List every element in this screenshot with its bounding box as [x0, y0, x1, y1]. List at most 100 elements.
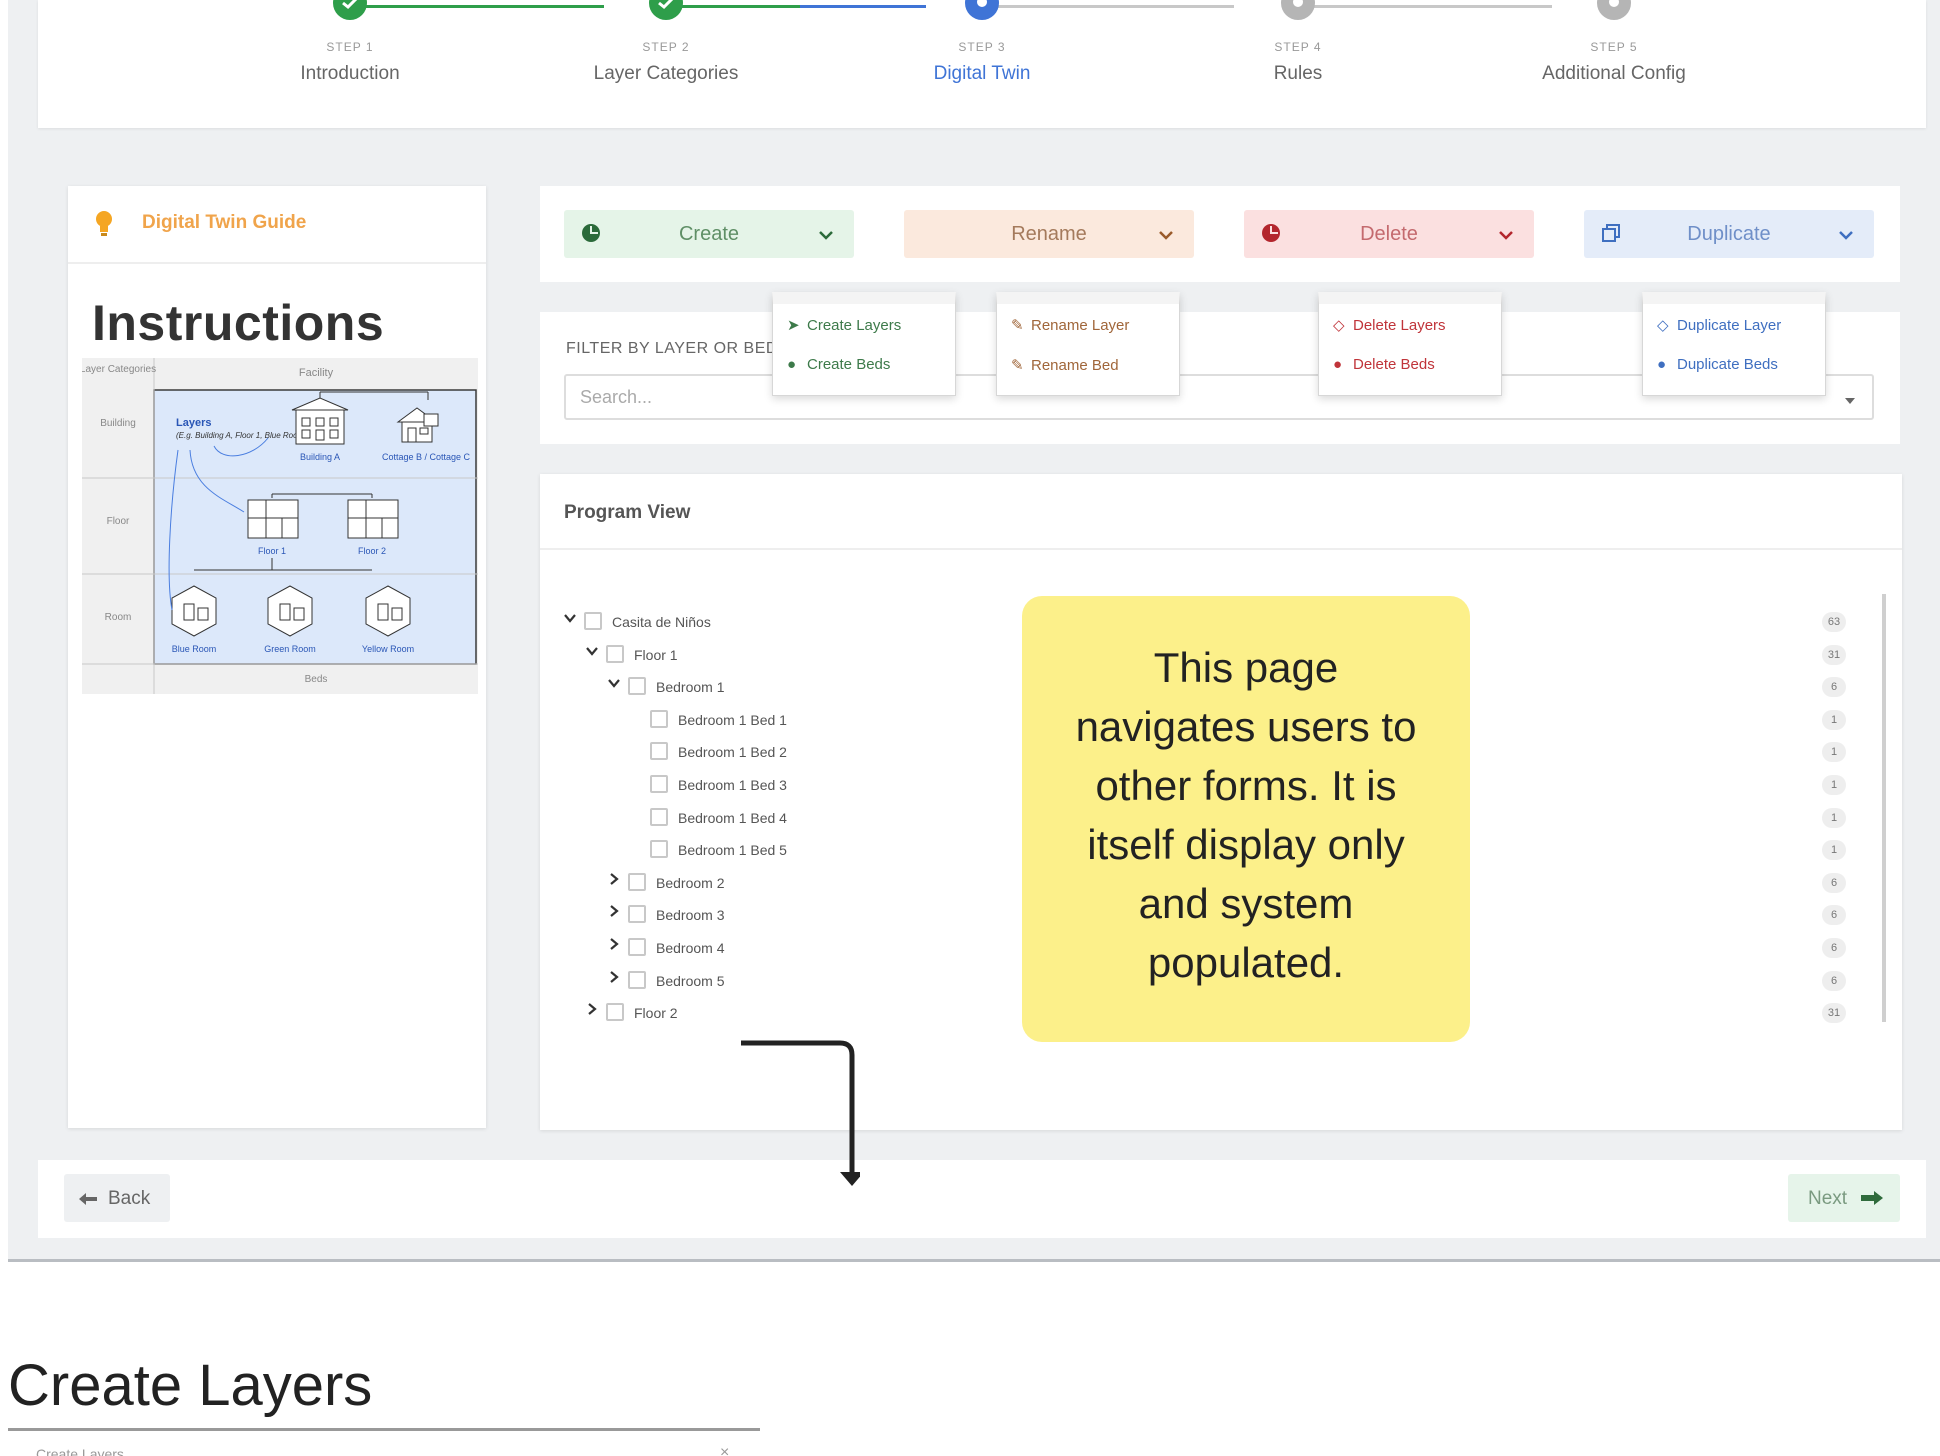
tree-checkbox[interactable]	[650, 807, 668, 826]
chevron-right-icon[interactable]	[608, 970, 622, 985]
diagram-categories-header: Layer Categories	[82, 364, 156, 375]
chevron-down-icon[interactable]	[586, 645, 600, 659]
chevron-right-icon[interactable]	[608, 872, 622, 887]
menu-item-duplicate-beds[interactable]: ● Duplicate Beds	[1657, 356, 1778, 373]
tree-checkbox[interactable]	[628, 872, 646, 891]
duplicate-menu: ◇ Duplicate Layer ● Duplicate Beds	[1642, 292, 1826, 396]
tree-checkbox[interactable]	[650, 775, 668, 793]
count-badge: 63	[1822, 612, 1846, 632]
sticky-note-text: This page navigates users to other forms…	[1075, 644, 1417, 986]
chevron-right-icon[interactable]	[586, 1003, 600, 1017]
menu-item-label: Create Layers	[807, 317, 902, 334]
bed-icon: ●	[1657, 356, 1667, 373]
chevron-down-icon	[1838, 224, 1854, 247]
program-view-title: Program View	[564, 502, 691, 523]
create-dropdown-button[interactable]: Create	[564, 210, 854, 258]
active-step-icon	[965, 0, 999, 20]
create-menu: ➤ Create Layers ● Create Beds	[772, 292, 956, 396]
tree-label: Bedroom 5	[656, 972, 725, 989]
tree-checkbox[interactable]	[628, 677, 646, 696]
tree-checkbox[interactable]	[650, 709, 668, 728]
diagram-cottages: Cottage B / Cottage C	[382, 452, 471, 462]
menu-item-rename-bed[interactable]: ✎ Rename Bed	[1011, 356, 1119, 374]
tree-checkbox[interactable]	[650, 742, 668, 761]
menu-item-duplicate-layer[interactable]: ◇ Duplicate Layer	[1657, 316, 1781, 334]
room-icon	[171, 585, 411, 637]
pending-step-icon	[1597, 0, 1631, 20]
arrow-right-icon	[1861, 1191, 1883, 1205]
delete-label: Delete	[1360, 223, 1418, 245]
guide-title: Digital Twin Guide	[142, 212, 307, 233]
caret-down-icon[interactable]	[1844, 392, 1856, 410]
diagram-layers-title: Layers	[176, 417, 211, 429]
step-number: STEP 4	[1274, 40, 1322, 54]
menu-item-delete-beds[interactable]: ● Delete Beds	[1333, 356, 1435, 373]
count-badge: 6	[1822, 970, 1846, 991]
menu-item-create-beds[interactable]: ● Create Beds	[787, 356, 890, 373]
tree-label: Bedroom 4	[656, 940, 725, 956]
check-icon	[649, 0, 683, 20]
section-title: Create Layers	[8, 1353, 373, 1418]
tree-checkbox[interactable]	[650, 840, 668, 859]
layer-hierarchy-diagram: Layer Categories Facility Building Floor…	[80, 358, 478, 694]
step-connector	[670, 5, 800, 8]
filter-label: FILTER BY LAYER OR BED	[566, 340, 778, 357]
chevron-down-icon	[1498, 224, 1514, 247]
step-number: STEP 1	[326, 40, 374, 54]
program-view-header: Program View	[540, 474, 1902, 550]
chevron-down-icon[interactable]	[564, 612, 578, 626]
section-subtitle: Create Layers	[36, 1446, 124, 1456]
count-badge: 6	[1822, 905, 1846, 926]
count-badge: 1	[1822, 840, 1846, 861]
digital-twin-guide-panel: Digital Twin Guide Instructions Layer Ca…	[68, 186, 486, 1128]
tree-label: Floor 1	[634, 646, 678, 663]
step-connector	[986, 5, 1234, 8]
menu-item-label: Rename Layer	[1031, 317, 1130, 334]
step-number: STEP 2	[642, 40, 690, 54]
lightbulb-icon	[94, 210, 114, 243]
diagram-floor-1: Floor 1	[258, 546, 286, 556]
rename-dropdown-button[interactable]: Rename	[904, 210, 1194, 258]
diagram-layers-example: (E.g. Building A, Floor 1, Blue Room)	[176, 431, 307, 440]
tree-checkbox[interactable]	[584, 612, 602, 630]
tree-checkbox[interactable]	[606, 1003, 624, 1022]
chevron-right-icon[interactable]	[608, 938, 622, 952]
tree-label: Bedroom 3	[656, 907, 725, 924]
bed-icon: ●	[1333, 356, 1343, 373]
duplicate-label: Duplicate	[1687, 223, 1771, 245]
step-connector	[354, 5, 604, 8]
tree-scrollbar[interactable]	[1882, 594, 1886, 1022]
next-button[interactable]: Next	[1788, 1174, 1900, 1222]
diagram-floor-2: Floor 2	[358, 546, 386, 556]
rename-menu: ✎ Rename Layer ✎ Rename Bed	[996, 292, 1180, 396]
step-label: Rules	[1273, 63, 1323, 84]
menu-item-create-layers[interactable]: ➤ Create Layers	[787, 316, 901, 334]
duplicate-dropdown-button[interactable]: Duplicate	[1584, 210, 1874, 258]
pencil-icon: ✎	[1011, 317, 1024, 334]
step-number: STEP 3	[958, 40, 1006, 54]
tree-checkbox[interactable]	[606, 644, 624, 663]
app-frame: STEP 1 Introduction STEP 2 Layer Categor…	[8, 0, 1940, 1262]
count-badge: 1	[1822, 807, 1846, 828]
close-icon[interactable]: ×	[720, 1444, 729, 1456]
tree-checkbox[interactable]	[628, 970, 646, 989]
chevron-down-icon	[818, 224, 834, 247]
layers-icon: ➤	[787, 317, 800, 334]
chevron-down-icon[interactable]	[608, 677, 622, 691]
delete-dropdown-button[interactable]: Delete	[1244, 210, 1534, 258]
create-label: Create	[678, 223, 740, 245]
pending-step-icon	[1281, 0, 1315, 20]
tree-checkbox[interactable]	[628, 938, 646, 956]
menu-item-rename-layer[interactable]: ✎ Rename Layer	[1011, 316, 1129, 334]
step-label: Digital Twin	[933, 63, 1031, 84]
diagram-beds-footer: Beds	[305, 674, 328, 685]
section-divider	[8, 1428, 760, 1431]
tree-label: Floor 2	[634, 1005, 678, 1022]
back-button[interactable]: Back	[64, 1174, 170, 1222]
menu-item-delete-layers[interactable]: ◇ Delete Layers	[1333, 316, 1446, 334]
count-badge: 6	[1822, 938, 1846, 958]
step-connector	[800, 5, 926, 8]
tree-checkbox[interactable]	[628, 905, 646, 924]
diagram-row-building: Building	[100, 418, 136, 429]
chevron-right-icon[interactable]	[608, 905, 622, 919]
